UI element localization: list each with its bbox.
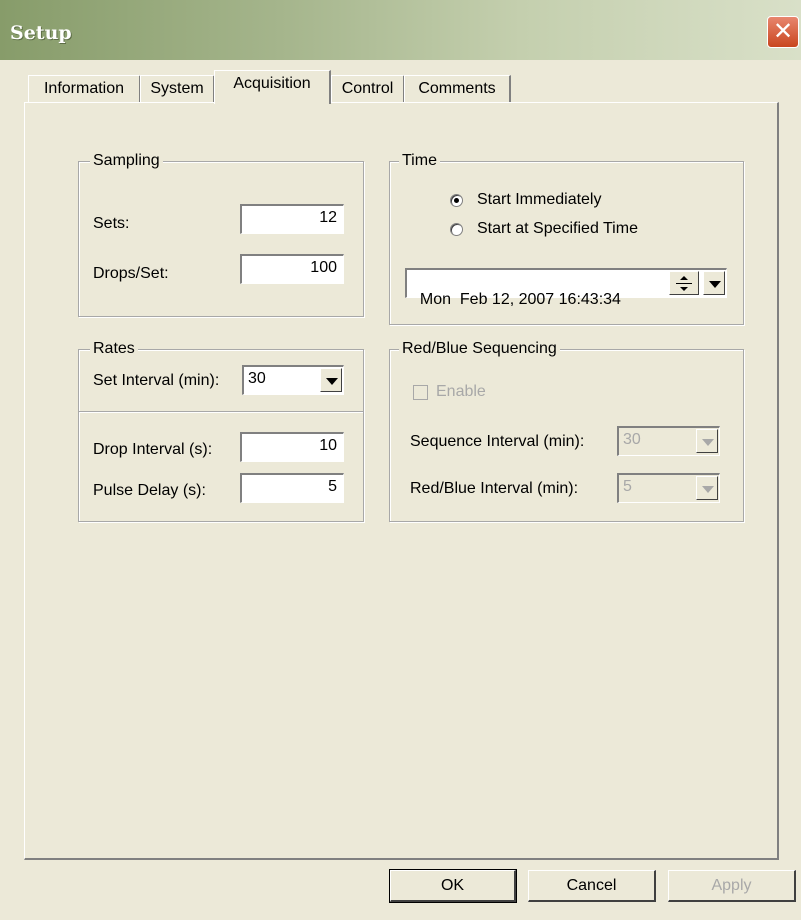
ok-button[interactable]: OK: [389, 869, 517, 903]
red-blue-interval-label: Red/Blue Interval (min):: [410, 480, 579, 497]
red-blue-interval-value: 5: [623, 478, 632, 495]
chevron-down-icon: [702, 486, 714, 493]
datetime-value: Mon Feb 12, 2007 16:43:34: [419, 291, 621, 308]
tab-label: Comments: [418, 80, 496, 97]
apply-button[interactable]: Apply: [668, 870, 796, 902]
red-blue-sequencing-group-label: Red/Blue Sequencing: [399, 340, 560, 358]
datetime-dropdown-button[interactable]: [703, 271, 725, 295]
tab-information[interactable]: Information: [28, 75, 141, 102]
rates-group-label: Rates: [90, 340, 138, 358]
sequence-interval-dropdown-button[interactable]: [696, 429, 718, 453]
enable-checkbox[interactable]: [413, 385, 428, 400]
sampling-group: [78, 161, 364, 317]
spin-divider: [676, 283, 692, 284]
tab-label: Acquisition: [233, 75, 311, 92]
sets-input[interactable]: 12: [240, 204, 344, 234]
title-bar[interactable]: [0, 0, 801, 60]
chevron-down-icon: [702, 439, 714, 446]
radio-selected-dot: [454, 198, 459, 203]
datetime-picker[interactable]: Mon Feb 12, 2007 16:43:34: [405, 268, 727, 308]
close-button[interactable]: ✕: [767, 16, 799, 48]
sequence-interval-label: Sequence Interval (min):: [410, 433, 585, 450]
tab-label: Control: [341, 80, 394, 97]
sequence-interval-value: 30: [623, 431, 641, 448]
spin-down-icon[interactable]: [680, 287, 688, 291]
cancel-button[interactable]: Cancel: [528, 870, 656, 902]
drop-interval-label: Drop Interval (s):: [93, 441, 213, 458]
chevron-down-icon: [709, 281, 721, 288]
sampling-group-label: Sampling: [90, 152, 163, 170]
set-interval-dropdown-button[interactable]: [320, 368, 342, 392]
pulse-delay-label: Pulse Delay (s):: [93, 482, 206, 499]
start-immediately-radio[interactable]: [450, 194, 463, 207]
sequence-interval-select[interactable]: 30: [617, 426, 720, 456]
rates-divider: [79, 411, 363, 413]
chevron-down-icon: [326, 378, 338, 385]
tab-label: System: [150, 80, 204, 97]
start-immediately-label[interactable]: Start Immediately: [477, 191, 601, 209]
window-title: Setup: [10, 22, 72, 44]
red-blue-interval-select[interactable]: 5: [617, 473, 720, 503]
tab-label: Information: [43, 80, 125, 97]
drops-per-set-label: Drops/Set:: [93, 265, 169, 282]
sets-label: Sets:: [93, 215, 130, 232]
enable-label: Enable: [436, 383, 486, 400]
close-icon: ✕: [772, 17, 794, 45]
start-specified-time-radio[interactable]: [450, 223, 463, 236]
time-group-label: Time: [399, 152, 440, 170]
set-interval-value: 30: [248, 370, 266, 387]
tab-acquisition[interactable]: Acquisition: [214, 70, 331, 104]
tab-comments[interactable]: Comments: [404, 75, 511, 102]
datetime-spin-button[interactable]: [669, 271, 699, 295]
tab-system[interactable]: System: [140, 75, 215, 102]
drop-interval-input[interactable]: 10: [240, 432, 344, 462]
pulse-delay-input[interactable]: 5: [240, 473, 344, 503]
set-interval-select[interactable]: 30: [242, 365, 344, 395]
drops-per-set-input[interactable]: 100: [240, 254, 344, 284]
start-specified-time-label[interactable]: Start at Specified Time: [477, 220, 638, 238]
red-blue-interval-dropdown-button[interactable]: [696, 476, 718, 500]
set-interval-label: Set Interval (min):: [93, 372, 220, 389]
spin-up-icon[interactable]: [680, 276, 688, 280]
tab-control[interactable]: Control: [331, 75, 405, 102]
